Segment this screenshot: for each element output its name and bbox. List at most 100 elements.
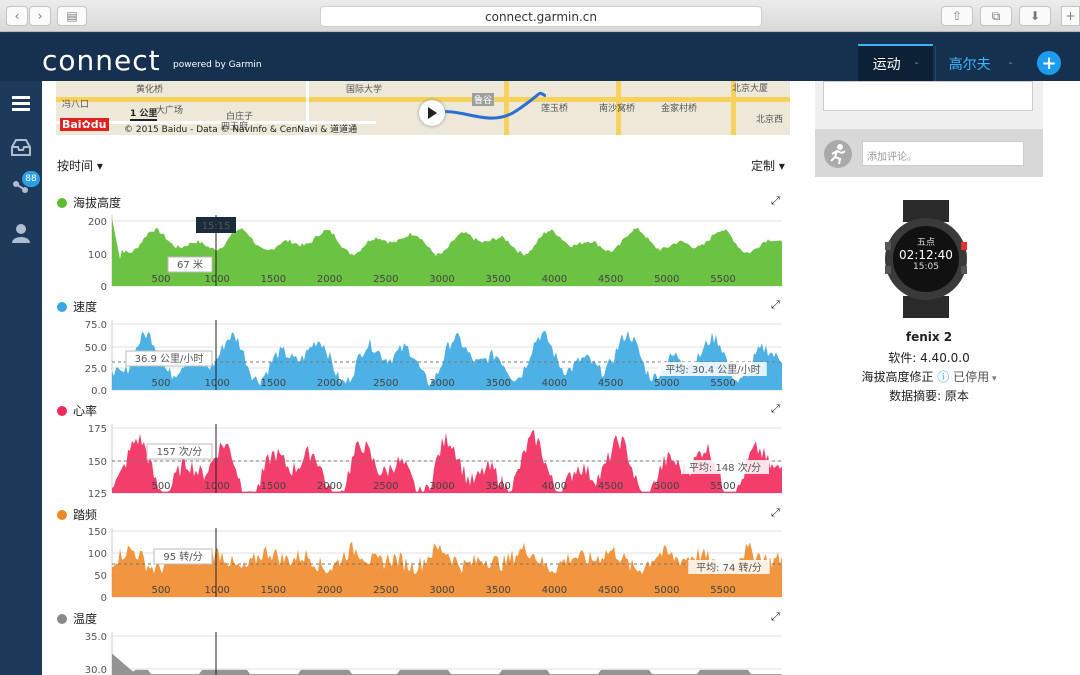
y-tick-label: 125 (88, 489, 107, 500)
x-tick-label: 1000 (204, 481, 229, 492)
x-tick-label: 3500 (485, 481, 510, 492)
map-label: 莲玉桥 (541, 104, 569, 114)
value-label: 67 米 (177, 258, 203, 271)
x-tick-label: 4500 (598, 274, 623, 285)
y-tick-label: 0 (101, 593, 107, 604)
map-label: 冯八口 (62, 100, 90, 110)
x-tick-label: 1500 (261, 481, 286, 492)
x-tick-label: 1000 (204, 378, 229, 389)
activity-charts[interactable]: 2001000500 1000 1500 2000 2500 3000 3500 4000 45… (42, 195, 787, 675)
forward-button[interactable]: › (29, 6, 51, 26)
share-icon[interactable]: ⇧ (941, 6, 973, 26)
x-tick-label: 2500 (373, 274, 398, 285)
map-label: 北京西 (756, 115, 784, 125)
map-scale: 1 公里 (130, 106, 158, 121)
map-label: 金家村桥 (661, 104, 698, 114)
chevron-down-icon[interactable]: - (1009, 58, 1013, 69)
value-label: 36.9 公里/小时 (135, 353, 204, 365)
baidu-logo: Bai✿du (60, 118, 109, 131)
y-tick-label: 50.0 (85, 343, 107, 354)
y-tick-label: 30.0 (85, 665, 107, 675)
y-tick-label: 175 (88, 424, 107, 435)
browser-toolbar: ‹ › ▤ connect.garmin.cn ⇧ ⧉ ⬇ + (0, 0, 1080, 32)
x-tick-label: 3500 (485, 274, 510, 285)
back-button[interactable]: ‹ (6, 6, 28, 26)
add-button[interactable]: + (1037, 51, 1061, 75)
x-tick-label: 4000 (542, 585, 567, 596)
device-software: 软件: 4.40.0.0 (888, 351, 970, 365)
comment-input[interactable]: 添加评论。 (862, 141, 1024, 166)
x-tick-label: 1500 (261, 378, 286, 389)
x-tick-label: 500 (151, 274, 170, 285)
address-bar[interactable]: connect.garmin.cn (320, 6, 762, 27)
value-label: 95 转/分 (163, 550, 202, 563)
value-label: 157 次/分 (157, 445, 203, 458)
x-tick-label: 5500 (710, 481, 735, 492)
watch-line: 02:12:40 (899, 248, 953, 262)
y-tick-label: 75.0 (85, 320, 107, 331)
new-tab-button[interactable]: + (1061, 6, 1080, 26)
x-tick-label: 2500 (373, 585, 398, 596)
time-mode-dropdown[interactable]: 按时间 ▾ (57, 157, 103, 174)
play-icon (428, 107, 437, 119)
garmin-connect-logo[interactable]: connect (42, 44, 161, 77)
tab-golf-label: 高尔夫 (948, 56, 991, 73)
profile-icon[interactable] (10, 222, 32, 244)
left-sidebar (0, 81, 42, 675)
x-tick-label: 5500 (710, 585, 735, 596)
tab-golf[interactable]: 高尔夫 - (935, 46, 1025, 81)
x-tick-label: 3000 (429, 378, 454, 389)
x-tick-label: 500 (151, 378, 170, 389)
notification-badge: 88 (22, 171, 40, 187)
x-tick-label: 2500 (373, 378, 398, 389)
download-icon[interactable]: ⬇ (1019, 6, 1051, 26)
map-label: 北京大厦 (732, 84, 769, 94)
map-copyright: © 2015 Baidu - Data © NavInfo & CenNavi … (124, 125, 358, 135)
x-tick-label: 3000 (429, 481, 454, 492)
elevation-correction-value[interactable]: 已停用 (953, 370, 989, 384)
y-tick-label: 200 (88, 217, 107, 228)
y-tick-label: 50 (94, 571, 107, 582)
x-tick-label: 3000 (429, 585, 454, 596)
map-label: 黄化桥 (136, 85, 164, 95)
tabs-icon[interactable]: ⧉ (980, 6, 1012, 26)
x-tick-label: 2000 (317, 481, 342, 492)
inbox-icon[interactable] (10, 137, 32, 159)
x-tick-label: 5500 (710, 378, 735, 389)
watermark: 值 什么值得买 (920, 640, 1059, 665)
x-tick-label: 3500 (485, 585, 510, 596)
map-play-button[interactable] (419, 100, 445, 126)
comment-text-box[interactable] (823, 81, 1033, 111)
elevation-correction: 海拔高度修正 ⓘ 已停用 ▾ (815, 368, 1043, 385)
x-tick-label: 1500 (261, 274, 286, 285)
x-tick-label: 2000 (317, 585, 342, 596)
sidebar-toggle-icon[interactable]: ▤ (57, 6, 87, 26)
y-tick-label: 100 (88, 250, 107, 261)
data-summary: 数据摘要: 原本 (889, 389, 969, 403)
y-tick-label: 0.0 (91, 386, 107, 397)
help-icon[interactable]: ⓘ (937, 370, 949, 384)
x-tick-label: 3500 (485, 378, 510, 389)
chevron-down-icon[interactable]: ▾ (989, 374, 997, 384)
map-label: 大广场 (156, 106, 184, 116)
x-tick-label: 5000 (654, 585, 679, 596)
tab-activities[interactable]: 运动 - (858, 44, 933, 81)
series-area (112, 653, 782, 675)
average-label: 平均: 30.4 公里/小时 (665, 364, 760, 376)
menu-icon[interactable] (10, 93, 32, 115)
x-tick-label: 4500 (598, 481, 623, 492)
map-label: 南沙窝桥 (599, 104, 636, 114)
y-tick-label: 35.0 (85, 632, 107, 643)
chevron-down-icon[interactable]: - (915, 58, 919, 69)
x-tick-label: 1500 (261, 585, 286, 596)
customize-dropdown[interactable]: 定制 ▾ (751, 157, 785, 174)
x-tick-label: 500 (151, 585, 170, 596)
x-tick-label: 2000 (317, 378, 342, 389)
x-tick-label: 4000 (542, 481, 567, 492)
x-tick-label: 500 (151, 481, 170, 492)
x-tick-label: 4500 (598, 585, 623, 596)
x-tick-label: 2000 (317, 274, 342, 285)
x-tick-label: 5000 (654, 481, 679, 492)
average-label: 平均: 74 转/分 (696, 561, 762, 574)
x-tick-label: 5000 (654, 378, 679, 389)
